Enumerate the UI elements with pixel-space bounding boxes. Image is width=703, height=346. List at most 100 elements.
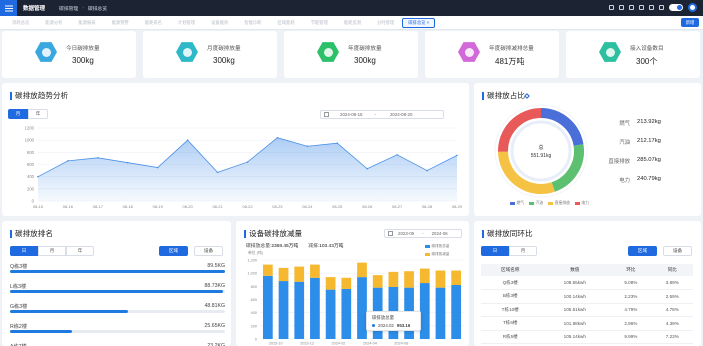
- bar-reduction[interactable]: [435, 270, 446, 288]
- molecule-icon: [176, 42, 198, 62]
- legend-label: 电力: [581, 201, 589, 205]
- segment-year[interactable]: 年: [66, 246, 94, 256]
- bar-total[interactable]: [310, 277, 320, 339]
- emission-label: 碳排放总量:: [246, 244, 272, 249]
- legend-item[interactable]: 电力: [574, 201, 589, 206]
- table-row[interactable]: T栋6楼 101.98kwh 2.96% 4.39%: [481, 316, 693, 331]
- tab-item[interactable]: 消耗总览: [4, 20, 37, 26]
- tab-bar: 消耗总览 能源分析 能源报表 能源预警 能耗排名 计划管理 设备能效 智能诊断 区域能耗 节能管理…: [0, 16, 703, 30]
- comparison-table: 区域名称 数值 环比 同比 Q栋3楼 108.55kwh 5.08% 3.89% B栋3楼 10…: [481, 264, 693, 344]
- molecule-icon: [458, 42, 480, 62]
- panel-title: 碳排放排名: [10, 230, 53, 238]
- message-icon[interactable]: [609, 5, 614, 10]
- bar-reduction[interactable]: [294, 266, 305, 282]
- legend-item[interactable]: 碳排放减量: [425, 250, 449, 258]
- bar-reduction[interactable]: [310, 264, 320, 278]
- tab-item[interactable]: 节能管理: [303, 20, 336, 26]
- region-button[interactable]: 区域: [628, 246, 657, 256]
- avatar[interactable]: [688, 3, 697, 12]
- reduction-bar-chart: 1,200 1,000 800 600 400 200 0 2023-10 2023-12 202…: [247, 259, 464, 346]
- ranking-row[interactable]: Q栋3楼 89.5KG: [10, 263, 225, 283]
- mail-icon[interactable]: [649, 5, 654, 10]
- tab-item[interactable]: 分时管理: [369, 20, 402, 26]
- region-button[interactable]: 区域: [159, 246, 188, 256]
- bar-reduction[interactable]: [278, 267, 289, 282]
- breadcrumb-item[interactable]: 碳排管理: [59, 5, 78, 12]
- table-row[interactable]: B栋3楼 100.14kwh 2.23% 2.59%: [481, 289, 693, 304]
- bar-reduction[interactable]: [388, 271, 399, 287]
- segment-day[interactable]: 日: [481, 246, 509, 256]
- bell-icon[interactable]: [639, 5, 644, 10]
- bar-reduction[interactable]: [357, 262, 367, 278]
- ranking-value: 48.81KG: [204, 303, 225, 309]
- panel-title: 碳排放同环比: [482, 230, 533, 238]
- legend-label: 碳排放总量: [431, 244, 450, 248]
- x-tick-label: 08-16: [63, 204, 74, 209]
- segment-month[interactable]: 月: [509, 246, 537, 256]
- data-point: [306, 145, 309, 148]
- device-button[interactable]: 设备: [194, 246, 223, 256]
- table-row[interactable]: Q栋3楼 108.55kwh 5.08% 3.89%: [481, 276, 693, 290]
- bar-reduction[interactable]: [419, 268, 430, 284]
- theme-toggle[interactable]: [669, 4, 683, 11]
- ranking-row[interactable]: G栋3楼 48.81KG: [10, 303, 225, 323]
- bar-total[interactable]: [341, 288, 352, 339]
- table-cell: B栋3楼: [481, 289, 540, 304]
- grid-icon[interactable]: [619, 5, 624, 10]
- data-point: [126, 161, 129, 164]
- ranking-row[interactable]: L栋3楼 88.73KG: [10, 283, 225, 303]
- ranking-name: L栋3楼: [10, 284, 27, 290]
- tab-item[interactable]: 能耗排名: [137, 20, 170, 26]
- tab-item[interactable]: 智能诊断: [236, 20, 269, 26]
- bar-reduction[interactable]: [404, 271, 414, 288]
- tab-item[interactable]: 能源分析: [37, 20, 70, 26]
- bar-reduction[interactable]: [372, 275, 383, 288]
- legend-item[interactable]: 汽油: [529, 201, 543, 206]
- new-button[interactable]: 新增: [681, 18, 699, 27]
- legend-item[interactable]: 直接排放: [548, 201, 570, 206]
- x-tick-label: 08-26: [362, 204, 373, 209]
- stat-value: 300kg: [72, 56, 94, 65]
- stat-value: 300kg: [354, 56, 376, 65]
- legend-item[interactable]: 燃气: [510, 201, 524, 206]
- legend-item[interactable]: 碳排放总量: [425, 242, 449, 250]
- bar-total[interactable]: [419, 283, 430, 339]
- ranking-row[interactable]: R栋2楼 25.65KG: [10, 323, 225, 343]
- chevron-right-icon: ›: [82, 5, 84, 11]
- bar-total[interactable]: [278, 281, 289, 339]
- table-cell: 105.14kwh: [539, 330, 611, 344]
- bar-total[interactable]: [325, 289, 336, 339]
- bar-total[interactable]: [451, 285, 462, 339]
- table-header: 同比: [651, 264, 693, 276]
- bar-total[interactable]: [262, 275, 273, 339]
- tab-item[interactable]: 能耗监测: [336, 20, 369, 26]
- data-point: [97, 157, 99, 159]
- menu-icon[interactable]: [0, 0, 17, 16]
- data-point: [276, 136, 279, 139]
- tab-item[interactable]: 区域能耗: [270, 20, 303, 26]
- x-tick-label: 2024-06: [394, 342, 408, 346]
- bar-reduction[interactable]: [341, 277, 352, 289]
- segment-day[interactable]: 日: [10, 246, 38, 256]
- device-button[interactable]: 设备: [663, 246, 692, 256]
- bar-reduction[interactable]: [325, 277, 336, 290]
- display-icon[interactable]: [659, 5, 664, 10]
- bar-reduction[interactable]: [451, 270, 462, 286]
- bar-reduction[interactable]: [262, 264, 273, 276]
- tab-item[interactable]: 计划管理: [170, 20, 203, 26]
- ranking-value: 89.5KG: [207, 263, 225, 269]
- settings-icon[interactable]: [629, 5, 634, 10]
- x-tick-label: 08-15: [33, 204, 44, 209]
- tab-item[interactable]: 能源报表: [70, 20, 103, 26]
- x-tick-label: 08-25: [332, 204, 343, 209]
- tab-item[interactable]: 设备能效: [203, 20, 236, 26]
- tab-item[interactable]: 能源预警: [104, 20, 137, 26]
- segment-month[interactable]: 月: [38, 246, 66, 256]
- bar-total[interactable]: [294, 281, 305, 339]
- table-row[interactable]: R栋5楼 105.14kwh 9.99% 7.23%: [481, 330, 693, 344]
- table-header: 环比: [610, 264, 652, 276]
- table-row[interactable]: T栋10楼 105.51kwh 4.79% 4.78%: [481, 303, 693, 317]
- tab-item[interactable]: 碳排总览 ×: [402, 17, 436, 28]
- bar-total[interactable]: [435, 287, 446, 339]
- table-cell: 4.79%: [610, 303, 652, 317]
